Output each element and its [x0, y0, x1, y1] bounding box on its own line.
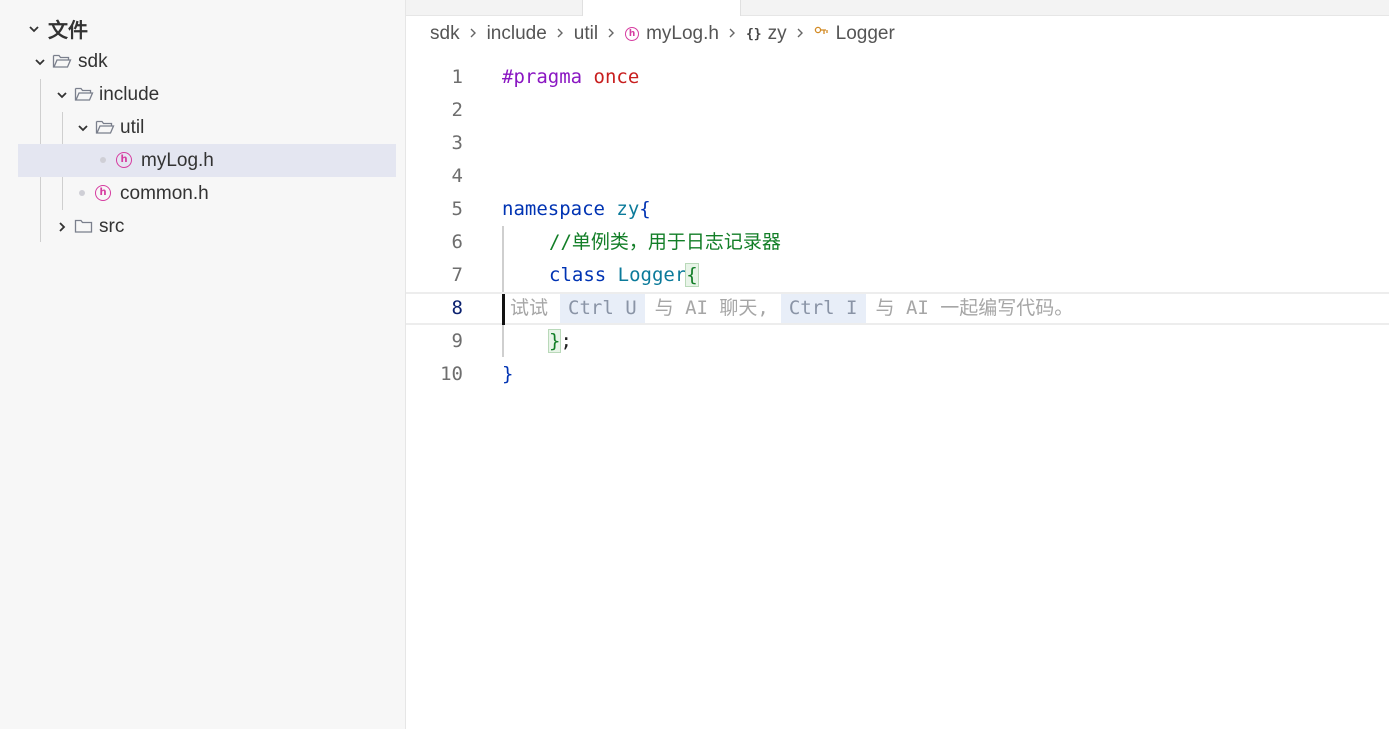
line-number: 9 — [451, 330, 463, 352]
chevron-down-icon — [76, 121, 90, 135]
code-line[interactable]: 7 class Logger{ — [406, 259, 1389, 292]
tree-folder-src[interactable]: src — [18, 210, 396, 243]
breadcrumb-file[interactable]: h myLog.h — [625, 23, 719, 45]
ai-hint-text: 与 AI 一起编写代码。 — [875, 297, 1074, 319]
breadcrumb-item[interactable]: util — [574, 23, 598, 45]
chevron-right-icon — [727, 23, 737, 45]
class-icon — [814, 25, 830, 43]
chevron-down-icon — [33, 55, 47, 69]
tree-label: common.h — [120, 182, 209, 204]
token-brace: } — [502, 363, 514, 385]
token-punctuation: ; — [560, 330, 572, 352]
tree-file-mylog[interactable]: h myLog.h — [18, 144, 396, 177]
tab-strip — [406, 0, 1389, 16]
code-text: }; — [547, 325, 572, 358]
tree-label: myLog.h — [141, 149, 214, 171]
shortcut-badge: Ctrl U — [560, 294, 645, 323]
code-line[interactable]: 6 //单例类，用于日志记录器 — [406, 226, 1389, 259]
folder-open-icon — [95, 119, 115, 135]
line-number: 5 — [451, 198, 463, 220]
file-explorer: 文件 sdk include util h myLog.h h common.h… — [0, 0, 406, 729]
folder-open-icon — [74, 86, 94, 102]
token-keyword: class — [549, 264, 607, 286]
breadcrumb: sdk include util h myLog.h {} zy Logger — [430, 18, 895, 50]
breadcrumb-label: zy — [767, 23, 787, 44]
code-text: } — [502, 358, 513, 391]
token-identifier: zy — [616, 198, 640, 220]
token-brace-matched: { — [685, 263, 699, 287]
code-text: //单例类，用于日志记录器 — [549, 226, 781, 259]
line-number: 3 — [451, 132, 463, 154]
token-keyword: namespace — [502, 198, 605, 220]
shortcut-badge: Ctrl I — [780, 294, 866, 323]
tree-folder-sdk[interactable]: sdk — [18, 45, 396, 78]
ai-hint-try: 试试 — [510, 297, 549, 319]
token-brace: { — [639, 198, 651, 220]
tree-label: include — [99, 83, 160, 105]
breadcrumb-namespace[interactable]: {} zy — [746, 23, 787, 45]
chevron-right-icon — [606, 23, 616, 45]
code-line[interactable]: 3 — [406, 127, 1389, 160]
header-file-icon: h — [95, 185, 111, 201]
breadcrumb-label: Logger — [835, 23, 895, 44]
code-line-current[interactable]: 8 试试 Ctrl U 与 AI 聊天, Ctrl I 与 AI 一起编写代码。 — [406, 292, 1389, 325]
breadcrumb-class[interactable]: Logger — [814, 23, 895, 45]
code-text: namespace zy{ — [502, 193, 651, 226]
breadcrumb-item[interactable]: include — [487, 23, 547, 45]
code-line[interactable]: 10 } — [406, 358, 1389, 391]
tree-label: sdk — [78, 50, 108, 72]
ai-hint: 试试 Ctrl U 与 AI 聊天, Ctrl I 与 AI 一起编写代码。 — [510, 292, 1073, 325]
line-number: 6 — [451, 231, 463, 253]
chevron-right-icon — [795, 23, 805, 45]
token-brace-matched: } — [547, 329, 562, 353]
ai-hint-text: 与 AI 聊天, — [654, 297, 769, 319]
line-number: 4 — [451, 165, 463, 187]
token-identifier: Logger — [617, 264, 687, 286]
chevron-right-icon — [468, 23, 478, 45]
folder-open-icon — [52, 53, 72, 69]
breadcrumb-item[interactable]: sdk — [430, 23, 460, 45]
tree-folder-include[interactable]: include — [18, 78, 396, 111]
tree-folder-util[interactable]: util — [18, 111, 396, 144]
chevron-down-icon — [55, 88, 69, 102]
text-cursor — [502, 294, 505, 325]
breadcrumb-label: myLog.h — [646, 23, 719, 44]
tree-label: src — [99, 215, 125, 237]
code-line[interactable]: 4 — [406, 160, 1389, 193]
tree-label: util — [120, 116, 145, 138]
line-number: 10 — [440, 363, 463, 385]
chevron-right-icon — [55, 220, 69, 234]
code-text: #pragma once — [502, 61, 639, 94]
token-directive: #pragma — [502, 66, 583, 88]
chevron-right-icon — [555, 23, 565, 45]
chevron-down-icon — [27, 22, 41, 36]
code-line[interactable]: 5 namespace zy{ — [406, 193, 1389, 226]
explorer-title: 文件 — [48, 20, 88, 42]
file-dot-icon — [79, 190, 85, 196]
tab-active[interactable] — [582, 0, 741, 16]
code-line[interactable]: 9 }; — [406, 325, 1389, 358]
file-dot-icon — [100, 157, 106, 163]
line-number: 2 — [451, 99, 463, 121]
code-line[interactable]: 1 #pragma once — [406, 61, 1389, 94]
token-keyword: once — [593, 66, 640, 88]
tree-file-common[interactable]: h common.h — [18, 177, 396, 210]
line-number: 1 — [451, 66, 463, 88]
code-text: class Logger{ — [549, 259, 699, 292]
header-file-icon: h — [625, 27, 640, 41]
namespace-icon: {} — [745, 26, 762, 42]
folder-icon — [74, 218, 94, 234]
line-number: 7 — [451, 264, 463, 286]
header-file-icon: h — [116, 152, 132, 168]
line-number: 8 — [451, 297, 463, 319]
explorer-root[interactable]: 文件 — [18, 12, 396, 45]
token-comment: //单例类，用于日志记录器 — [549, 231, 781, 253]
code-editor[interactable]: sdk include util h myLog.h {} zy Logger … — [406, 0, 1389, 729]
code-line[interactable]: 2 — [406, 94, 1389, 127]
